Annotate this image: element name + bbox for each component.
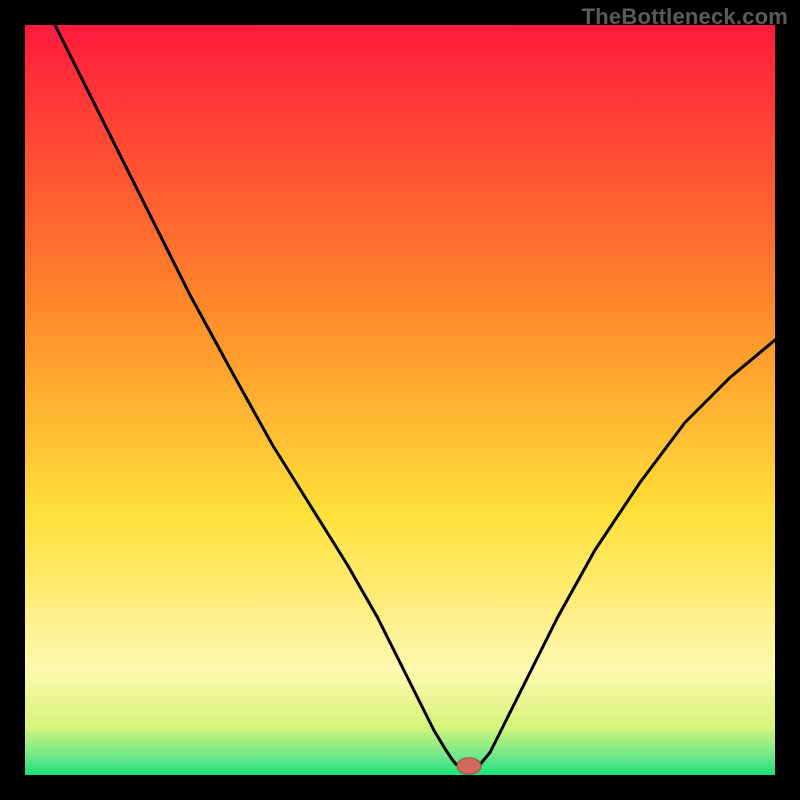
bottleneck-chart [25,25,775,775]
watermark-label: TheBottleneck.com [582,4,788,30]
plot-area [25,25,775,775]
optimal-point-marker [457,758,481,775]
chart-frame: TheBottleneck.com [0,0,800,800]
